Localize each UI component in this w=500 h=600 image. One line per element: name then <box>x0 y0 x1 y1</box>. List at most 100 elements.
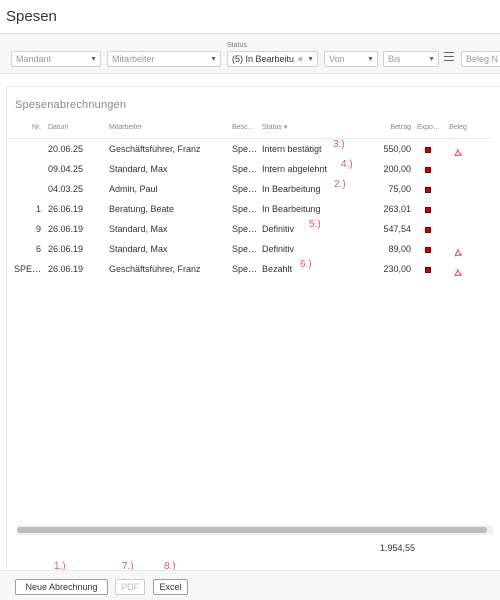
cell-nr: 1 <box>35 204 41 214</box>
cell-beschreibung: Spe… <box>232 204 258 214</box>
filter-bar: Mandant ▼ Mitarbeiter ▼ Status (5) In Be… <box>0 34 500 74</box>
cell-datum: 26.06.19 <box>48 204 84 214</box>
menu-icon[interactable] <box>444 52 454 62</box>
excel-button[interactable]: Excel <box>153 579 188 595</box>
exported-marker-icon <box>425 186 431 193</box>
clear-icon[interactable]: × <box>298 54 303 64</box>
cell-nr <box>7 179 41 199</box>
table-row[interactable]: 20.06.25 Geschäftsführer, Franz Spe… Intern… <box>7 139 493 159</box>
chevron-down-icon: ▼ <box>307 56 314 63</box>
exported-marker-icon <box>425 266 431 273</box>
mitarbeiter-placeholder: Mitarbeiter <box>112 54 155 64</box>
exported-marker-icon <box>425 206 431 213</box>
chevron-down-icon: ▼ <box>367 56 374 63</box>
cell-nr: 6 <box>35 244 41 254</box>
cell-datum: 26.06.19 <box>48 264 84 274</box>
cell-betrag: 547,54 <box>383 224 411 234</box>
cell-mitarbeiter: Geschäftsführer, Franz <box>109 264 201 274</box>
new-report-button[interactable]: Neue Abrechnung <box>15 579 108 595</box>
bis-date-field[interactable]: Bis ▼ <box>383 51 439 67</box>
cell-exportiert <box>417 199 445 219</box>
table-row[interactable]: 6 26.06.19 Standard, Max Spe… Definitiv 89,00 <box>7 239 493 259</box>
table-row[interactable]: 9 26.06.19 Standard, Max Spe… Definitiv 547,5… <box>7 219 493 239</box>
status-filter-label: Status <box>227 42 247 49</box>
cell-beleg <box>449 199 489 219</box>
cell-mitarbeiter: Standard, Max <box>109 164 168 174</box>
column-header-beleg[interactable]: Beleg <box>449 119 489 139</box>
pdf-attachment-icon[interactable] <box>453 265 463 276</box>
cell-beschreibung: Spe… <box>232 224 258 234</box>
betrag-total: 1.954,55 <box>379 543 415 553</box>
cell-beleg <box>449 159 489 179</box>
column-header-betrag[interactable]: Betrag <box>359 119 411 139</box>
cell-betrag: 89,00 <box>388 244 411 254</box>
beleg-search-input[interactable]: Beleg N <box>461 51 500 67</box>
cell-nr <box>7 139 41 159</box>
cell-mitarbeiter: Standard, Max <box>109 244 168 254</box>
annotation-4: 4.) <box>341 159 353 170</box>
pdf-button[interactable]: PDF <box>115 579 145 595</box>
annotation-6: 6.) <box>300 259 312 270</box>
cell-nr: SPE… <box>13 264 41 274</box>
cell-mitarbeiter: Admin, Paul <box>109 184 158 194</box>
column-header-mitarbeiter[interactable]: Mitarbeiter <box>109 119 229 139</box>
column-header-datum[interactable]: Datum <box>48 119 108 139</box>
cell-datum: 04.03.25 <box>48 184 84 194</box>
footer-bar: Neue Abrechnung PDF Excel <box>0 570 500 600</box>
column-header-nr[interactable]: Nr. <box>7 119 41 139</box>
exported-marker-icon <box>425 226 431 233</box>
exported-marker-icon <box>425 146 431 153</box>
table-row[interactable]: 09.04.25 Standard, Max Spe… Intern abgelehn… <box>7 159 493 179</box>
mitarbeiter-select[interactable]: Mitarbeiter ▼ <box>107 51 221 67</box>
status-filter-value: (5) In Bearbeitu <box>232 54 295 64</box>
cell-beschreibung: Spe… <box>232 244 258 254</box>
table-row[interactable]: 04.03.25 Admin, Paul Spe… In Bearbeitung 75,… <box>7 179 493 199</box>
cell-betrag: 75,00 <box>388 184 411 194</box>
cell-mitarbeiter: Beratung, Beate <box>109 204 175 214</box>
table-row[interactable]: SPE… 26.06.19 Geschäftsführer, Franz Spe… Be… <box>7 259 493 279</box>
beleg-placeholder: Beleg N <box>466 54 499 64</box>
cell-exportiert <box>417 259 445 279</box>
cell-beleg <box>449 139 489 159</box>
cell-beleg <box>449 219 489 239</box>
expense-reports-table: Nr. Datum Mitarbeiter Besc… Status ▾ Bet… <box>7 119 493 279</box>
cell-exportiert <box>417 179 445 199</box>
von-placeholder: Von <box>329 54 345 64</box>
pdf-attachment-icon[interactable] <box>453 245 463 256</box>
cell-datum: 26.06.19 <box>48 224 84 234</box>
cell-beleg <box>449 239 489 259</box>
annotation-2: 2.) <box>334 179 346 190</box>
title-bar: Spesen <box>0 0 500 34</box>
cell-exportiert <box>417 139 445 159</box>
pdf-attachment-icon[interactable] <box>453 145 463 156</box>
cell-beleg <box>449 179 489 199</box>
cell-nr <box>7 159 41 179</box>
cell-nr: 9 <box>35 224 41 234</box>
cell-betrag: 550,00 <box>383 144 411 154</box>
von-date-field[interactable]: Von ▼ <box>324 51 378 67</box>
annotation-5: 5.) <box>309 219 321 230</box>
column-header-exportiert[interactable]: Expo… <box>417 119 445 139</box>
panel-title: Spesenabrechnungen <box>15 99 127 111</box>
table-header: Nr. Datum Mitarbeiter Besc… Status ▾ Bet… <box>7 119 493 139</box>
mandant-select[interactable]: Mandant ▼ <box>11 51 101 67</box>
cell-betrag: 200,00 <box>383 164 411 174</box>
status-select[interactable]: (5) In Bearbeitu × ▼ <box>227 51 318 67</box>
exported-marker-icon <box>425 166 431 173</box>
page-title: Spesen <box>6 8 57 25</box>
cell-betrag: 230,00 <box>383 264 411 274</box>
mandant-placeholder: Mandant <box>16 54 52 64</box>
horizontal-scrollbar-thumb[interactable] <box>17 527 487 533</box>
cell-exportiert <box>417 239 445 259</box>
cell-beleg <box>449 259 489 279</box>
cell-beschreibung: Spe… <box>232 184 258 194</box>
cell-mitarbeiter: Standard, Max <box>109 224 168 234</box>
cell-datum: 26.06.19 <box>48 244 84 254</box>
exported-marker-icon <box>425 246 431 253</box>
cell-datum: 20.06.25 <box>48 144 84 154</box>
cell-exportiert <box>417 159 445 179</box>
table-row[interactable]: 1 26.06.19 Beratung, Beate Spe… In Bearbeitu… <box>7 199 493 219</box>
cell-beschreibung: Spe… <box>232 264 258 274</box>
expense-reports-panel: Spesenabrechnungen Nr. Datum Mitarbeiter… <box>6 86 500 570</box>
column-header-beschreibung[interactable]: Besc… <box>232 119 260 139</box>
